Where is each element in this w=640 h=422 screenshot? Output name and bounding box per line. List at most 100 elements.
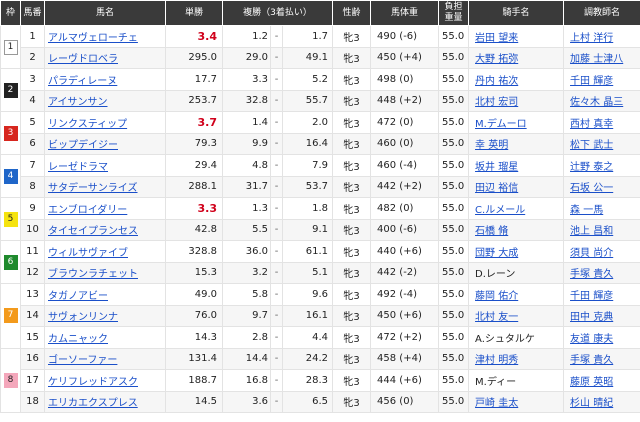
body-weight-cell: 498 (0): [370, 68, 440, 91]
place-odds-high-cell: 28.3: [281, 369, 334, 392]
horse-name-cell: アルマヴェローチェ: [44, 25, 166, 48]
umaban-cell: 17: [20, 369, 45, 392]
horse-name-cell: タイセイプランセス: [44, 218, 166, 241]
win-odds-cell: 295.0: [165, 46, 223, 69]
horse-name-link[interactable]: レーヴドロベラ: [48, 54, 118, 65]
load-weight-cell: 55.0: [438, 218, 470, 241]
jockey-cell: 北村 宏司: [468, 89, 565, 112]
horse-name-cell: タガノアビー: [44, 283, 166, 306]
win-odds-cell: 76.0: [165, 304, 223, 327]
horse-name-link[interactable]: パラディレーヌ: [48, 76, 117, 87]
trainer-link[interactable]: 松下 武士: [570, 140, 613, 151]
place-odds-high-cell: 55.7: [281, 89, 334, 112]
place-odds-high-cell: 61.1: [281, 240, 334, 263]
umaban-cell: 1: [20, 25, 45, 48]
place-odds-low-cell: 36.0: [222, 240, 271, 263]
jockey-link[interactable]: 大野 拓弥: [475, 54, 518, 65]
horse-name-link[interactable]: ウィルサヴァイブ: [48, 248, 128, 259]
jockey-link[interactable]: 幸 英明: [475, 140, 508, 151]
jockey-link[interactable]: 田辺 裕信: [475, 183, 518, 194]
trainer-link[interactable]: 杉山 晴紀: [570, 398, 613, 409]
trainer-link[interactable]: 千田 輝彦: [570, 76, 613, 87]
place-odds-dash: -: [270, 89, 283, 112]
jockey-cell: 戸崎 圭太: [468, 390, 565, 413]
body-weight-cell: 458 (+4): [370, 347, 440, 370]
horse-name-cell: レーヴドロベラ: [44, 46, 166, 69]
jockey-link[interactable]: 石橋 脩: [475, 226, 508, 237]
place-odds-low-cell: 14.4: [222, 347, 271, 370]
jockey-link[interactable]: 坂井 瑠星: [475, 162, 518, 173]
win-odds-cell: 3.7: [165, 111, 223, 134]
horse-name-cell: ブラウンラチェット: [44, 261, 166, 284]
place-odds-low-cell: 9.7: [222, 304, 271, 327]
jockey-name: D.レーン: [475, 269, 516, 281]
place-odds-low-cell: 3.6: [222, 390, 271, 413]
place-odds-low-cell: 5.5: [222, 218, 271, 241]
trainer-link[interactable]: 藤原 英昭: [570, 377, 613, 388]
horse-name-link[interactable]: サヴォンリンナ: [48, 312, 118, 323]
jockey-link[interactable]: 北村 友一: [475, 312, 518, 323]
horse-name-link[interactable]: エリカエクスプレス: [48, 398, 138, 409]
horse-name-link[interactable]: タイセイプランセス: [48, 226, 138, 237]
horse-name-link[interactable]: アイサンサン: [48, 97, 108, 108]
horse-name-link[interactable]: リンクスティップ: [48, 119, 127, 130]
jockey-link[interactable]: 岩田 望来: [475, 33, 518, 44]
win-odds-cell: 288.1: [165, 175, 223, 198]
umaban-cell: 2: [20, 46, 45, 69]
trainer-cell: 加藤 士津八: [563, 46, 640, 69]
win-odds-cell: 29.4: [165, 154, 223, 177]
horse-name-link[interactable]: レーゼドラマ: [48, 162, 108, 173]
trainer-link[interactable]: 佐々木 晶三: [570, 97, 623, 108]
place-odds-high-cell: 4.4: [281, 326, 334, 349]
trainer-link[interactable]: 森 一馬: [570, 205, 603, 216]
horse-name-link[interactable]: ブラウンラチェット: [48, 269, 138, 280]
load-weight-cell: 55.0: [438, 25, 470, 48]
horse-name-cell: レーゼドラマ: [44, 154, 166, 177]
trainer-link[interactable]: 石坂 公一: [570, 183, 613, 194]
horse-name-link[interactable]: ケリフレッドアスク: [48, 377, 138, 388]
horse-name-cell: エンブロイダリー: [44, 197, 166, 220]
trainer-link[interactable]: 上村 洋行: [570, 33, 613, 44]
trainer-link[interactable]: 辻野 泰之: [570, 162, 613, 173]
jockey-cell: 丹内 祐次: [468, 68, 565, 91]
jockey-link[interactable]: 団野 大成: [475, 248, 518, 259]
horse-name-link[interactable]: アルマヴェローチェ: [48, 33, 138, 44]
trainer-link[interactable]: 友道 康夫: [570, 334, 613, 345]
jockey-link[interactable]: 藤岡 佑介: [475, 291, 518, 302]
trainer-link[interactable]: 手塚 貴久: [570, 269, 613, 280]
horse-name-link[interactable]: ビップデイジー: [48, 140, 118, 151]
load-weight-cell: 55.0: [438, 46, 470, 69]
jockey-link[interactable]: 丹内 祐次: [475, 76, 518, 87]
horse-name-link[interactable]: カムニャック: [48, 334, 108, 345]
jockey-link[interactable]: M.デムーロ: [475, 119, 527, 130]
jockey-link[interactable]: 津村 明秀: [475, 355, 518, 366]
jockey-link[interactable]: C.ルメール: [475, 205, 525, 216]
trainer-link[interactable]: 田中 克典: [570, 312, 613, 323]
place-odds-high-cell: 1.7: [281, 25, 334, 48]
body-weight-cell: 460 (-4): [370, 154, 440, 177]
horse-name-link[interactable]: タガノアビー: [48, 291, 108, 302]
place-odds-high-cell: 2.0: [281, 111, 334, 134]
waku-cell: 1: [0, 25, 21, 69]
body-weight-cell: 490 (-6): [370, 25, 440, 48]
jockey-link[interactable]: 北村 宏司: [475, 97, 518, 108]
table-row: 1 1 アルマヴェローチェ 3.4 1.2-1.7 牝3 490 (-6) 55.0 岩田 望来…: [0, 25, 640, 69]
body-weight-cell: 442 (-2): [370, 261, 440, 284]
trainer-link[interactable]: 加藤 士津八: [570, 54, 623, 65]
place-odds-low-cell: 16.8: [222, 369, 271, 392]
horse-name-link[interactable]: ゴーソーファー: [48, 355, 117, 366]
horse-name-link[interactable]: サタデーサンライズ: [48, 183, 138, 194]
horse-name-link[interactable]: エンブロイダリー: [48, 205, 127, 216]
sex-age-cell: 牝3: [332, 390, 372, 413]
trainer-link[interactable]: 手塚 貴久: [570, 355, 613, 366]
trainer-link[interactable]: 西村 真幸: [570, 119, 613, 130]
trainer-link[interactable]: 千田 輝彦: [570, 291, 613, 302]
place-odds-high-cell: 16.1: [281, 304, 334, 327]
win-odds-cell: 49.0: [165, 283, 223, 306]
load-weight-cell: 55.0: [438, 111, 470, 134]
sex-age-cell: 牝3: [332, 218, 372, 241]
jockey-link[interactable]: 戸崎 圭太: [475, 398, 518, 409]
trainer-link[interactable]: 須貝 尚介: [570, 248, 613, 259]
trainer-link[interactable]: 池上 昌和: [570, 226, 613, 237]
place-odds-dash: -: [270, 132, 283, 155]
